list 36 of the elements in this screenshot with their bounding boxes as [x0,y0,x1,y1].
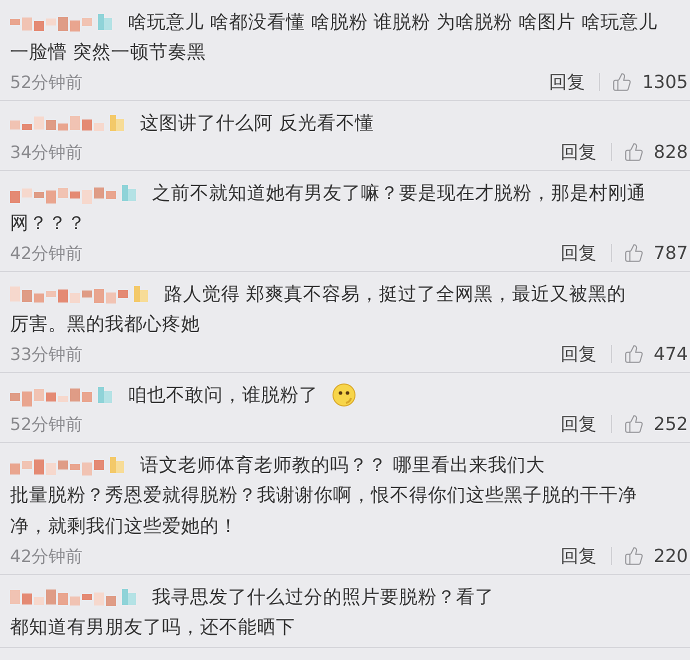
comment-text: 这图讲了什么阿 反光看不懂 [140,112,374,135]
comment-text: 路人觉得 郑爽真不容易，挺过了全网黑，最近又被黑的 [164,283,626,306]
reply-link[interactable]: 回复 [549,70,586,94]
comment-time: 52分钟前 [10,414,84,436]
like-icon[interactable] [624,142,644,162]
like-icon[interactable] [624,414,644,434]
comment-text: 我寻思发了什么过分的照片要脱粉？看了 [152,586,494,609]
comment-time: 42分钟前 [10,242,84,264]
comment-text: 啥玩意儿 啥都没看懂 啥脱粉 谁脱粉 为啥脱粉 啥图片 啥玩意儿 [128,11,658,34]
like-count: 252 [654,414,688,434]
like-icon[interactable] [624,546,644,566]
reply-link[interactable]: 回复 [560,241,597,265]
comment-time: 34分钟前 [10,142,84,164]
comment-text: 厉害。黑的我都心疼她 [10,313,201,337]
comment-text: 之前不就知道她有男友了嘛？要是现在才脱粉，那是村刚通 [152,182,646,205]
comment-text: 一脸懵 突然一顿节奏黑 [10,41,207,65]
like-icon[interactable] [624,243,644,263]
like-count: 787 [654,242,688,264]
comment-text: 咱也不敢问，谁脱粉了 [128,384,318,407]
like-count: 1305 [642,72,688,92]
like-count: 474 [654,344,688,364]
comment-text: 语文老师体育老师教的吗？？ 哪里看出来我们大 [140,454,545,477]
like-count: 220 [654,546,688,566]
comment-time: 42分钟前 [10,546,84,568]
reply-link[interactable]: 回复 [560,342,597,366]
comment-time: 52分钟前 [10,72,84,94]
comment-text: 网？？？ [10,212,87,236]
comment-time: 33分钟前 [10,344,84,366]
reply-link[interactable]: 回复 [560,412,597,436]
like-icon[interactable] [624,344,644,364]
comment-text: 都知道有男朋友了吗，还不能晒下 [10,616,296,640]
like-icon[interactable] [612,72,632,92]
like-count: 828 [654,142,688,162]
reply-link[interactable]: 回复 [560,140,597,164]
reply-link[interactable]: 回复 [560,544,597,568]
comment-text: 批量脱粉？秀恩爱就得脱粉？我谢谢你啊，恨不得你们这些黑子脱的干干净 净，就剩我们这些爱她的！ [10,484,638,539]
